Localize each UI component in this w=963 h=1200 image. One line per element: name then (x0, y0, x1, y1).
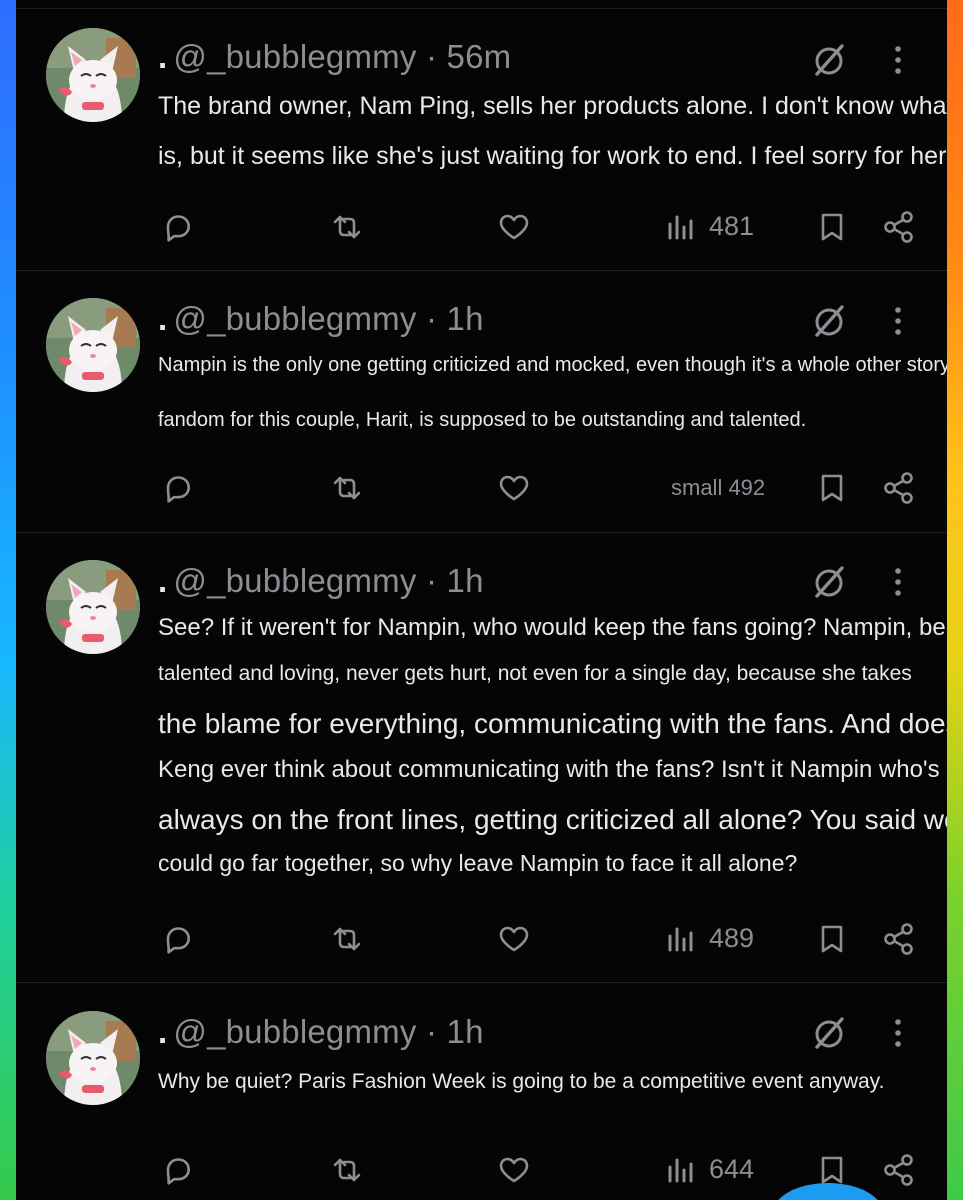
like-icon[interactable] (495, 207, 533, 247)
time-separator: · (425, 300, 438, 337)
timeline: . @_bubblegmmy · 56m The brand owner, Nam… (16, 0, 947, 1200)
reply-icon[interactable] (160, 919, 196, 959)
post-text-line: talented and loving, never gets hurt, no… (158, 662, 912, 685)
header-dot: . (158, 1013, 168, 1050)
post-time[interactable]: 1h (447, 562, 484, 599)
share-icon[interactable] (879, 468, 919, 508)
grok-icon[interactable] (809, 1013, 849, 1053)
views-icon[interactable] (665, 207, 697, 247)
avatar[interactable] (46, 298, 140, 392)
reply-icon[interactable] (160, 207, 196, 247)
views-count[interactable]: 489 (709, 923, 754, 954)
repost-icon[interactable] (327, 207, 367, 247)
repost-icon[interactable] (327, 468, 367, 508)
like-icon[interactable] (495, 919, 533, 959)
post-text-line: could go far together, so why leave Namp… (158, 850, 798, 876)
right-gradient-border (947, 0, 963, 1200)
post-header: . @_bubblegmmy · 1h (158, 1013, 484, 1053)
grok-icon[interactable] (809, 301, 849, 341)
more-options-icon[interactable] (886, 562, 910, 602)
author-handle[interactable]: @_bubblegmmy (173, 38, 416, 75)
avatar[interactable] (46, 560, 140, 654)
views-count[interactable]: 644 (709, 1154, 754, 1185)
post-text-line: the blame for everything, communicating … (158, 708, 947, 739)
like-icon[interactable] (495, 1150, 533, 1190)
post-text-line: Nampin is the only one getting criticize… (158, 354, 947, 376)
time-separator: · (425, 562, 438, 599)
left-gradient-border (0, 0, 16, 1200)
post-header: . @_bubblegmmy · 1h (158, 562, 484, 602)
post-actions: 489 (16, 919, 947, 959)
views-count[interactable]: small 492 (671, 475, 765, 501)
post-time[interactable]: 56m (447, 38, 512, 75)
post-text-line: fandom for this couple, Harit, is suppos… (158, 409, 807, 431)
more-options-icon[interactable] (886, 1013, 910, 1053)
post-actions: 481 (16, 207, 947, 247)
more-options-icon[interactable] (886, 301, 910, 341)
author-handle[interactable]: @_bubblegmmy (173, 1013, 416, 1050)
header-dot: . (158, 38, 168, 75)
avatar[interactable] (46, 28, 140, 122)
author-handle[interactable]: @_bubblegmmy (173, 562, 416, 599)
post-header: . @_bubblegmmy · 1h (158, 300, 484, 340)
post-time[interactable]: 1h (447, 1013, 484, 1050)
post-text-line: is, but it seems like she's just waiting… (158, 142, 947, 170)
reply-icon[interactable] (160, 468, 196, 508)
header-dot: . (158, 300, 168, 337)
post-text-line: Keng ever think about communicating with… (158, 756, 940, 783)
bookmark-icon[interactable] (815, 919, 849, 959)
header-dot: . (158, 562, 168, 599)
post-text-line: Why be quiet? Paris Fashion Week is goin… (158, 1070, 885, 1093)
repost-icon[interactable] (327, 919, 367, 959)
avatar[interactable] (46, 1011, 140, 1105)
repost-icon[interactable] (327, 1150, 367, 1190)
share-icon[interactable] (879, 207, 919, 247)
grok-icon[interactable] (809, 562, 849, 602)
views-icon[interactable] (665, 919, 697, 959)
like-icon[interactable] (495, 468, 533, 508)
post-text-line: The brand owner, Nam Ping, sells her pro… (158, 92, 947, 120)
post-actions: small 492 (16, 468, 947, 508)
bookmark-icon[interactable] (815, 207, 849, 247)
share-icon[interactable] (879, 919, 919, 959)
post-header: . @_bubblegmmy · 56m (158, 38, 511, 78)
views-icon[interactable] (665, 1150, 697, 1190)
more-options-icon[interactable] (886, 40, 910, 80)
time-separator: · (425, 1013, 438, 1050)
post-text-line: always on the front lines, getting criti… (158, 804, 947, 835)
reply-icon[interactable] (160, 1150, 196, 1190)
post-text-line: See? If it weren't for Nampin, who would… (158, 614, 947, 641)
time-separator: · (425, 38, 438, 75)
views-count[interactable]: 481 (709, 211, 754, 242)
share-icon[interactable] (879, 1150, 919, 1190)
bookmark-icon[interactable] (815, 468, 849, 508)
author-handle[interactable]: @_bubblegmmy (173, 300, 416, 337)
grok-icon[interactable] (809, 40, 849, 80)
post-time[interactable]: 1h (447, 300, 484, 337)
